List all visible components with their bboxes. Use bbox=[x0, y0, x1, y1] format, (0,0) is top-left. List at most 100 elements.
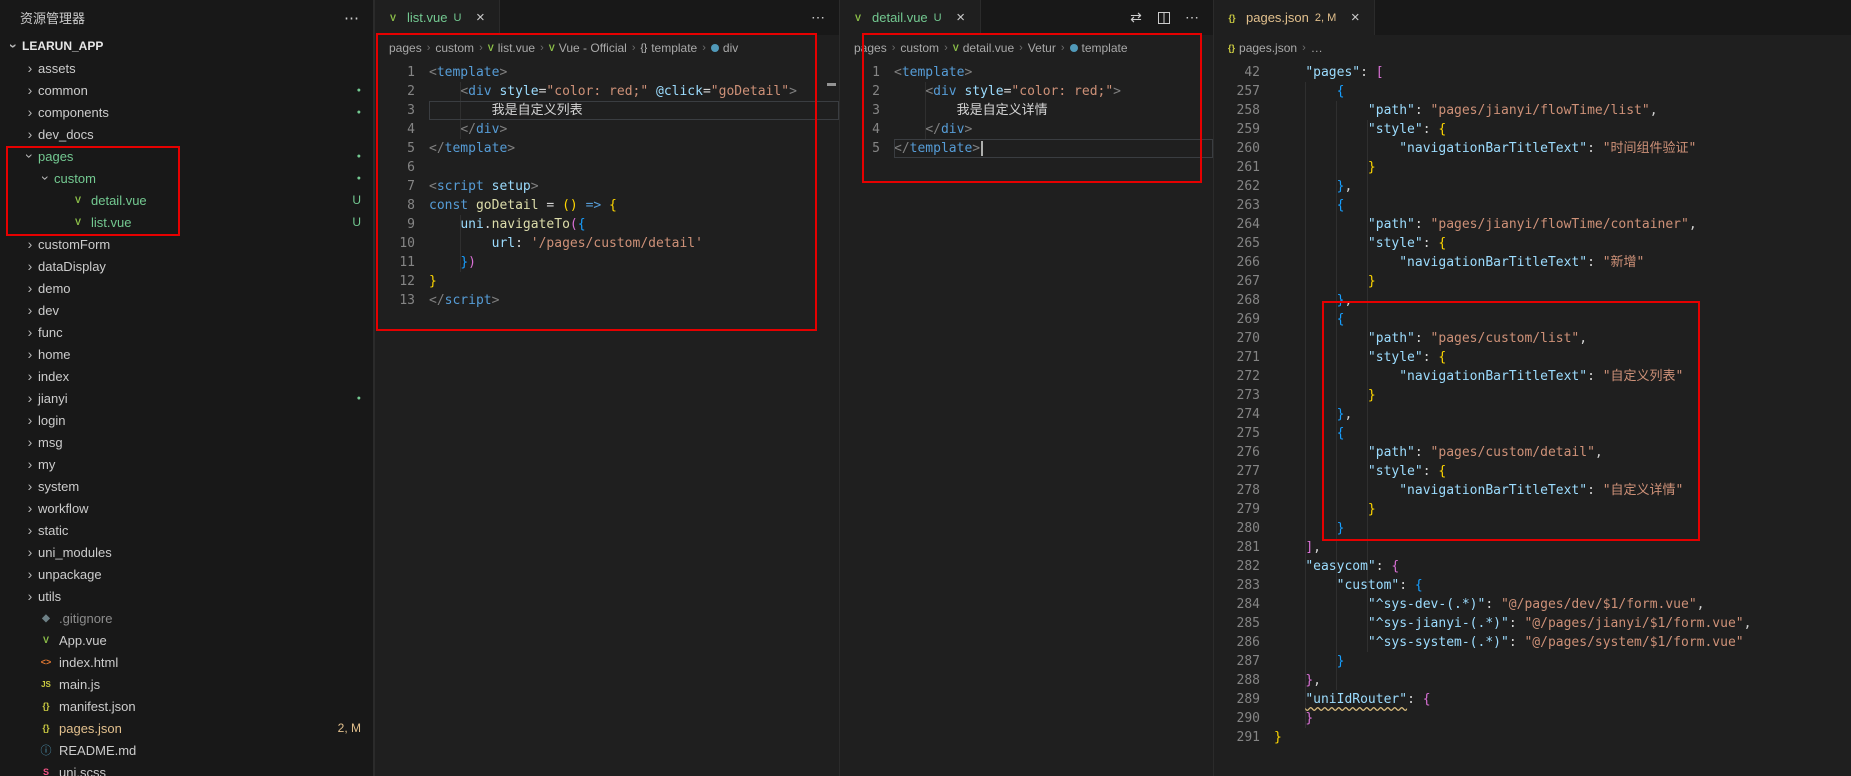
split-editor-icon[interactable] bbox=[1153, 7, 1175, 29]
more-actions-icon[interactable]: ⋯ bbox=[344, 9, 359, 27]
line-number: 10 bbox=[375, 234, 429, 253]
breadcrumb-item-detail.vue[interactable]: Vdetail.vue bbox=[953, 41, 1014, 55]
tree-item-label: utils bbox=[38, 589, 61, 604]
tree-item-label: pages bbox=[38, 149, 73, 164]
breadcrumb-item-template[interactable]: {}template bbox=[641, 41, 698, 55]
breadcrumb-item-pages[interactable]: pages bbox=[854, 41, 887, 55]
tree-item-dev[interactable]: ›dev bbox=[0, 299, 373, 321]
tree-item-customForm[interactable]: ›customForm bbox=[0, 233, 373, 255]
tree-item-label: README.md bbox=[59, 743, 136, 758]
explorer-header: 资源管理器 ⋯ bbox=[0, 0, 373, 35]
chevron-right-icon: › bbox=[22, 259, 38, 273]
breadcrumb-separator: › bbox=[892, 42, 896, 54]
code-editor-pages-json[interactable]: 42 "pages": [257 {258 "path": "pages/jia… bbox=[1214, 61, 1851, 776]
breadcrumb-item-custom[interactable]: custom bbox=[435, 41, 474, 55]
tree-item-App.vue[interactable]: VApp.vue bbox=[0, 629, 373, 651]
close-icon[interactable]: × bbox=[471, 9, 489, 27]
line-number: 4 bbox=[375, 120, 429, 139]
chevron-right-icon: › bbox=[22, 303, 38, 317]
tree-item-common[interactable]: ›common● bbox=[0, 79, 373, 101]
code-line-266: 266 "navigationBarTitleText": "新增" bbox=[1214, 253, 1851, 272]
line-text: "path": "pages/jianyi/flowTime/list", bbox=[1274, 101, 1851, 120]
tree-item-uni.scss[interactable]: Suni.scss bbox=[0, 761, 373, 776]
tree-item-custom[interactable]: ›custom● bbox=[0, 167, 373, 189]
line-text: "^sys-jianyi-(.*)": "@/pages/jianyi/$1/f… bbox=[1274, 614, 1851, 633]
tree-item-utils[interactable]: ›utils bbox=[0, 585, 373, 607]
tree-item-workflow[interactable]: ›workflow bbox=[0, 497, 373, 519]
html-file-icon: <> bbox=[38, 657, 54, 667]
more-actions-icon[interactable]: ⋯ bbox=[807, 7, 829, 29]
breadcrumb-separator: › bbox=[632, 42, 636, 54]
tree-item-my[interactable]: ›my bbox=[0, 453, 373, 475]
tree-item-detail.vue[interactable]: Vdetail.vueU bbox=[0, 189, 373, 211]
code-line-284: 284 "^sys-dev-(.*)": "@/pages/dev/$1/for… bbox=[1214, 595, 1851, 614]
line-text: { bbox=[1274, 82, 1851, 101]
tree-item-login[interactable]: ›login bbox=[0, 409, 373, 431]
breadcrumb-item-div[interactable]: div bbox=[711, 41, 738, 55]
breadcrumb-item-pages[interactable]: pages bbox=[389, 41, 422, 55]
breadcrumb-item-list.vue[interactable]: Vlist.vue bbox=[488, 41, 535, 55]
line-text: }) bbox=[429, 253, 839, 272]
code-line-283: 283 "custom": { bbox=[1214, 576, 1851, 595]
more-actions-icon[interactable]: ⋯ bbox=[1181, 7, 1203, 29]
tab-list-vue[interactable]: V list.vue U × bbox=[375, 0, 500, 35]
tree-item-dev_docs[interactable]: ›dev_docs bbox=[0, 123, 373, 145]
tree-item-manifest.json[interactable]: {}manifest.json bbox=[0, 695, 373, 717]
code-line-285: 285 "^sys-jianyi-(.*)": "@/pages/jianyi/… bbox=[1214, 614, 1851, 633]
chevron-right-icon: › bbox=[22, 61, 38, 75]
code-line-282: 282 "easycom": { bbox=[1214, 557, 1851, 576]
tab-detail-vue[interactable]: V detail.vue U × bbox=[840, 0, 981, 35]
line-text: </div> bbox=[429, 120, 839, 139]
code-line-273: 273 } bbox=[1214, 386, 1851, 405]
line-text: } bbox=[1274, 386, 1851, 405]
tree-item-jianyi[interactable]: ›jianyi● bbox=[0, 387, 373, 409]
code-line-269: 269 { bbox=[1214, 310, 1851, 329]
tree-item-index.html[interactable]: <>index.html bbox=[0, 651, 373, 673]
tree-item-components[interactable]: ›components● bbox=[0, 101, 373, 123]
tree-item-func[interactable]: ›func bbox=[0, 321, 373, 343]
tree-item-pages.json[interactable]: {}pages.json2, M bbox=[0, 717, 373, 739]
breadcrumb-item-pages.json[interactable]: {}pages.json bbox=[1228, 41, 1297, 55]
close-icon[interactable]: × bbox=[952, 9, 970, 27]
breadcrumb-item-…[interactable]: … bbox=[1311, 41, 1323, 55]
breadcrumb-item-template[interactable]: template bbox=[1070, 41, 1128, 55]
code-line-263: 263 { bbox=[1214, 196, 1851, 215]
scroll-decoration bbox=[827, 83, 836, 86]
tree-item-home[interactable]: ›home bbox=[0, 343, 373, 365]
breadcrumb-item-Vue - Official[interactable]: VVue - Official bbox=[549, 41, 627, 55]
line-number: 3 bbox=[375, 101, 429, 120]
tab-pages-json[interactable]: {} pages.json 2, M × bbox=[1214, 0, 1375, 35]
breadcrumb-item-custom[interactable]: custom bbox=[900, 41, 939, 55]
tree-item-assets[interactable]: ›assets bbox=[0, 57, 373, 79]
code-editor-list-vue[interactable]: 1<template>2 <div style="color: red;" @c… bbox=[375, 61, 839, 776]
tree-item-demo[interactable]: ›demo bbox=[0, 277, 373, 299]
git-status-badge: U bbox=[934, 12, 942, 24]
tree-item-README.md[interactable]: ⓘREADME.md bbox=[0, 739, 373, 761]
tree-item-.gitignore[interactable]: ◆.gitignore bbox=[0, 607, 373, 629]
line-number: 2 bbox=[375, 82, 429, 101]
tree-item-msg[interactable]: ›msg bbox=[0, 431, 373, 453]
compare-changes-icon[interactable]: ⇄ bbox=[1125, 7, 1147, 29]
line-text: ], bbox=[1274, 538, 1851, 557]
breadcrumb: pages›custom›Vlist.vue›VVue - Official›{… bbox=[375, 35, 839, 61]
line-number: 257 bbox=[1214, 82, 1274, 101]
tab-label: detail.vue bbox=[872, 10, 928, 25]
tree-item-system[interactable]: ›system bbox=[0, 475, 373, 497]
editor-scrollbar[interactable] bbox=[825, 61, 839, 776]
tree-item-list.vue[interactable]: Vlist.vueU bbox=[0, 211, 373, 233]
tree-item-main.js[interactable]: JSmain.js bbox=[0, 673, 373, 695]
tree-item-dataDisplay[interactable]: ›dataDisplay bbox=[0, 255, 373, 277]
breadcrumb-item-Vetur[interactable]: Vetur bbox=[1028, 41, 1056, 55]
tree-root-learun-app[interactable]: › LEARUN_APP bbox=[0, 35, 373, 57]
code-editor-detail-vue[interactable]: 1<template>2 <div style="color: red;">3 … bbox=[840, 61, 1213, 776]
code-line-270: 270 "path": "pages/custom/list", bbox=[1214, 329, 1851, 348]
tree-item-static[interactable]: ›static bbox=[0, 519, 373, 541]
line-text: "uniIdRouter": { bbox=[1274, 690, 1851, 709]
tree-item-pages[interactable]: ›pages● bbox=[0, 145, 373, 167]
tree-item-uni_modules[interactable]: ›uni_modules bbox=[0, 541, 373, 563]
close-icon[interactable]: × bbox=[1346, 9, 1364, 27]
tree-item-unpackage[interactable]: ›unpackage bbox=[0, 563, 373, 585]
code-line-280: 280 } bbox=[1214, 519, 1851, 538]
chevron-right-icon: › bbox=[22, 281, 38, 295]
tree-item-index[interactable]: ›index bbox=[0, 365, 373, 387]
